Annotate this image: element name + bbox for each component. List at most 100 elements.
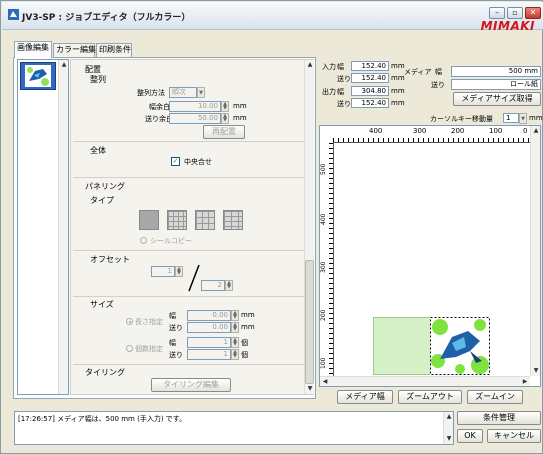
condition-management-button[interactable]: 条件管理 xyxy=(457,411,541,425)
scroll-up-icon[interactable]: ▲ xyxy=(444,412,454,422)
output-feed-value: 152.40 xyxy=(351,98,389,108)
ruler-label: 500 xyxy=(320,163,327,175)
input-feed-unit: mm xyxy=(391,74,405,82)
align-method-select[interactable]: 順次 xyxy=(169,87,197,98)
feed-margin-unit: mm xyxy=(233,114,247,122)
media-feed-value[interactable]: ロール紙 xyxy=(451,79,541,90)
length-feed-stepper[interactable]: ▲ ▼ xyxy=(231,322,239,333)
get-media-size-button[interactable]: メディアサイズ取得 xyxy=(453,92,541,106)
count-feed-stepper[interactable]: ▲ ▼ xyxy=(231,349,239,360)
length-spec-radio[interactable] xyxy=(126,318,133,325)
count-width-input[interactable]: 1 xyxy=(187,337,231,348)
type-heading: タイプ xyxy=(90,196,114,205)
scroll-up-icon[interactable]: ▲ xyxy=(531,126,541,136)
scroll-down-icon[interactable]: ▼ xyxy=(305,384,315,394)
width-margin-label: 幅余白 xyxy=(149,103,170,111)
offset-heading: オフセット xyxy=(90,255,130,264)
thumbnail-scrollbar[interactable]: ▲ xyxy=(58,60,68,394)
feed-margin-stepper[interactable]: ▲ ▼ xyxy=(221,113,229,124)
media-width-button[interactable]: メディア幅 xyxy=(337,390,393,404)
ok-button[interactable]: OK xyxy=(457,429,483,443)
scroll-up-icon[interactable]: ▲ xyxy=(305,60,315,70)
scroll-left-icon[interactable]: ◀ xyxy=(320,377,330,387)
scroll-thumb[interactable] xyxy=(305,260,314,384)
log-panel[interactable]: [17:26:57] メディア幅は、500 mm (手入力) です。 ▲ ▼ xyxy=(14,411,454,445)
align-heading: 整列 xyxy=(90,75,106,84)
scroll-down-icon[interactable]: ▼ xyxy=(444,434,454,444)
length-width-stepper[interactable]: ▲ ▼ xyxy=(231,310,239,321)
job-editor-window: JV3-SP : ジョブエディタ（フルカラー） – ▫ ✕ MIMAKI 画像編… xyxy=(0,0,543,454)
placed-image[interactable] xyxy=(430,317,490,375)
chevron-down-icon[interactable]: ▼ xyxy=(197,87,205,98)
log-message: [17:26:57] メディア幅は、500 mm (手入力) です。 xyxy=(18,415,187,423)
panel-type-none-icon[interactable] xyxy=(139,210,159,230)
tab-print-condition[interactable]: 印刷条件 xyxy=(96,43,132,57)
horizontal-ruler: 400 300 200 100 0 xyxy=(333,126,530,143)
preview-v-scrollbar[interactable]: ▲ ▼ xyxy=(530,126,540,376)
width-margin-stepper[interactable]: ▲ ▼ xyxy=(221,101,229,112)
minimize-button[interactable]: – xyxy=(489,7,505,19)
ruler-label: 400 xyxy=(369,127,383,135)
maximize-button[interactable]: ▫ xyxy=(507,7,523,19)
panel-type-offset-icon[interactable] xyxy=(195,210,215,230)
count-feed-input[interactable]: 1 xyxy=(187,349,231,360)
log-scrollbar[interactable]: ▲ ▼ xyxy=(443,412,453,444)
panel-type-grid-icon[interactable] xyxy=(167,210,187,230)
media-label: メディア xyxy=(404,68,432,76)
thumbnail-list[interactable]: ▲ xyxy=(17,59,69,395)
cursor-step-unit: mm xyxy=(529,114,543,122)
align-method-label: 整列方法 xyxy=(137,89,165,97)
ruler-ticks xyxy=(329,143,333,376)
scroll-down-icon[interactable]: ▼ xyxy=(531,366,541,376)
offset-input-1[interactable]: 1 xyxy=(151,266,175,277)
scroll-right-icon[interactable]: ▶ xyxy=(520,377,530,387)
media-feed-label: 送り xyxy=(431,81,445,89)
scroll-up-icon[interactable]: ▲ xyxy=(59,60,69,70)
width-margin-input[interactable]: 10.00 xyxy=(169,101,221,112)
count-width-stepper[interactable]: ▲ ▼ xyxy=(231,337,239,348)
offset-stepper-1[interactable]: ▲ ▼ xyxy=(175,266,183,277)
media-width-value[interactable]: 500 mm xyxy=(451,66,541,77)
output-feed-label: 送り xyxy=(337,100,351,108)
preview-h-scrollbar[interactable]: ◀ ▶ xyxy=(320,376,530,386)
seal-copy-label: シールコピー xyxy=(150,237,192,245)
count-spec-label: 個数指定 xyxy=(135,345,163,353)
input-width-label: 幅 xyxy=(337,63,344,71)
count-spec-radio[interactable] xyxy=(126,345,133,352)
chevron-down-icon[interactable]: ▼ xyxy=(519,113,527,124)
thumbnail-item[interactable] xyxy=(20,62,56,90)
tiling-edit-button[interactable]: タイリング編集 xyxy=(151,378,231,392)
feed-margin-input[interactable]: 50.00 xyxy=(169,113,221,124)
panel-type-brick-icon[interactable] xyxy=(223,210,243,230)
offset-input-2[interactable]: 2 xyxy=(201,280,225,291)
offset-stepper-2[interactable]: ▲ ▼ xyxy=(225,280,233,291)
media-width-label: 幅 xyxy=(435,68,442,76)
input-feed-value: 152.40 xyxy=(351,73,389,83)
seal-copy-radio[interactable] xyxy=(140,237,147,244)
vertical-ruler: 500 400 300 200 100 xyxy=(320,143,334,376)
length-width-label: 幅 xyxy=(169,312,176,320)
title-bar[interactable]: JV3-SP : ジョブエディタ（フルカラー） – ▫ ✕ MIMAKI xyxy=(2,2,543,33)
window-title: JV3-SP : ジョブエディタ（フルカラー） xyxy=(22,13,191,23)
length-width-input[interactable]: 0.00 xyxy=(187,310,231,321)
zoom-in-button[interactable]: ズームイン xyxy=(467,390,523,404)
ruler-label: 200 xyxy=(451,127,465,135)
tab-image-edit[interactable]: 画像編集 xyxy=(14,41,52,58)
zoom-out-button[interactable]: ズームアウト xyxy=(398,390,462,404)
length-feed-input[interactable]: 0.00 xyxy=(187,322,231,333)
cancel-button[interactable]: キャンセル xyxy=(487,429,541,443)
rearrange-button[interactable]: 再配置 xyxy=(203,125,245,139)
cursor-step-select[interactable]: 1 xyxy=(503,113,519,123)
close-button[interactable]: ✕ xyxy=(525,7,541,19)
app-icon xyxy=(8,9,19,20)
center-align-checkbox[interactable]: ✓ xyxy=(171,157,180,166)
settings-scrollbar[interactable]: ▲ ▼ xyxy=(304,60,314,394)
ruler-ticks xyxy=(333,138,530,142)
tab-color-edit[interactable]: カラー編集 xyxy=(53,43,96,57)
width-margin-unit: mm xyxy=(233,102,247,110)
ruler-label: 100 xyxy=(320,357,327,369)
center-align-label: 中央合せ xyxy=(184,158,212,166)
divider xyxy=(73,364,305,365)
radio-dot xyxy=(128,320,131,323)
tiling-heading: タイリング xyxy=(85,368,125,377)
